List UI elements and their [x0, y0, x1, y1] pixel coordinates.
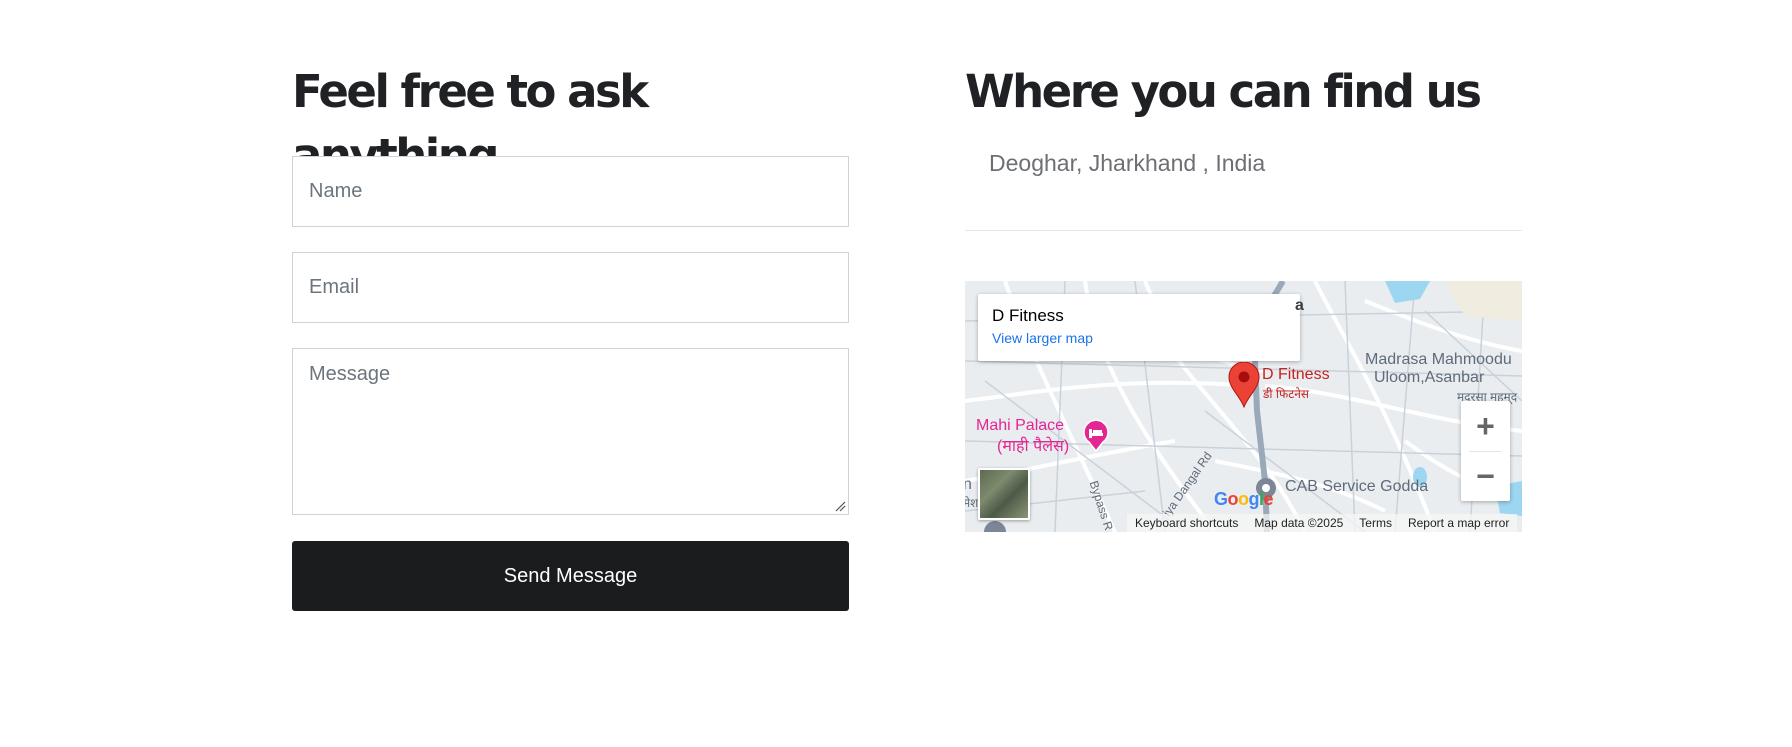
terms-link[interactable]: Terms: [1351, 516, 1400, 530]
map-label-edge-a: a: [1295, 297, 1304, 314]
report-map-error-link[interactable]: Report a map error: [1400, 516, 1517, 530]
divider: [965, 230, 1522, 231]
satellite-layer-toggle[interactable]: [978, 468, 1030, 520]
zoom-in-button[interactable]: +: [1461, 401, 1510, 451]
place-info-card: D Fitness View larger map: [978, 294, 1300, 361]
zoom-controls: + −: [1461, 401, 1510, 501]
map-embed[interactable]: D Fitness View larger map a D Fitness डी…: [965, 281, 1522, 532]
map-label-edge-n: n: [965, 476, 972, 493]
map-label-mahi-palace: Mahi Palace: [976, 417, 1065, 434]
name-placeholder: Name: [309, 180, 363, 202]
map-label-edge-hi: मेश: [965, 496, 979, 510]
place-title: D Fitness: [992, 306, 1064, 325]
hotel-icon[interactable]: [1081, 418, 1111, 452]
keyboard-shortcuts-link[interactable]: Keyboard shortcuts: [1127, 516, 1246, 530]
map-label-d-fitness-hi: डी फिटनेस: [1263, 387, 1310, 401]
message-textarea[interactable]: Message: [292, 348, 849, 515]
location-heading: Where you can find us: [965, 65, 1482, 118]
map-pin-icon: [984, 521, 1006, 532]
zoom-out-button[interactable]: −: [1461, 451, 1510, 501]
google-logo: Google: [1214, 489, 1274, 509]
resize-grip-icon[interactable]: [835, 501, 846, 512]
map-attribution: Keyboard shortcuts Map data ©2025 Terms …: [1127, 514, 1518, 532]
map-label-d-fitness: D Fitness: [1262, 366, 1330, 383]
map-label-madrasa-1: Madrasa Mahmoodu: [1365, 351, 1512, 368]
map-label-madrasa-2: Uloom,Asanbar: [1374, 369, 1485, 386]
name-input[interactable]: Name: [292, 156, 849, 227]
map-data-text: Map data ©2025: [1254, 516, 1344, 530]
map-label-cab-service: CAB Service Godda: [1285, 478, 1429, 495]
address-text: Deoghar, Jharkhand , India: [989, 150, 1266, 176]
map-label-mahi-palace-hi: (माही पैलेस): [997, 438, 1070, 455]
email-placeholder: Email: [309, 276, 360, 298]
contact-form-section: Feel free to ask anything Name Email Mes…: [292, 60, 849, 611]
email-input[interactable]: Email: [292, 252, 849, 323]
message-placeholder: Message: [309, 363, 391, 385]
view-larger-map-link[interactable]: View larger map: [992, 330, 1093, 346]
map-marker-icon[interactable]: [1228, 362, 1260, 408]
send-message-button[interactable]: Send Message: [292, 541, 849, 611]
location-section: Where you can find us Deoghar, Jharkhand…: [965, 60, 1522, 532]
